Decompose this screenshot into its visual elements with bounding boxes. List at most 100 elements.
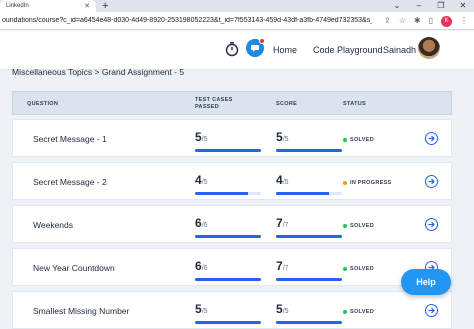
tests-passed-cell: 4/5 — [195, 171, 261, 195]
status-label: IN PROGRESS — [350, 180, 392, 186]
tests-total-value: /6 — [201, 265, 208, 272]
chat-icon[interactable] — [246, 38, 265, 57]
col-status-header: STATUS — [343, 101, 366, 107]
question-title[interactable]: Secret Message - 2 — [33, 177, 107, 187]
score-total-value: /5 — [282, 308, 289, 315]
browser-tab-bar: LinkedIn ✕ + ⌄ – ❐ ✕ — [0, 0, 474, 12]
status-badge: SOLVED — [343, 137, 374, 143]
tests-total-value: /5 — [201, 179, 208, 186]
score-progress-fill — [276, 192, 329, 195]
table-row[interactable]: Secret Message - 1 5/5 5/5 SOLVED — [12, 119, 452, 157]
score-total-value: /7 — [282, 222, 289, 229]
restore-icon[interactable]: ❐ — [430, 0, 452, 12]
status-badge: SOLVED — [343, 309, 374, 315]
extensions-icon[interactable]: ✱ — [414, 15, 421, 27]
score-progress-bar — [276, 192, 342, 195]
status-label: SOLVED — [350, 309, 375, 315]
col-tests-header-line1: TEST CASES — [195, 97, 233, 103]
browser-tab[interactable]: LinkedIn ✕ — [0, 0, 96, 12]
profile-avatar[interactable]: K — [441, 15, 452, 27]
score-total-value: /7 — [282, 265, 289, 272]
table-row[interactable]: Smallest Missing Number 5/5 5/5 SOLVED — [12, 291, 452, 329]
arrow-right-icon[interactable] — [425, 218, 438, 231]
question-title[interactable]: Smallest Missing Number — [33, 306, 129, 316]
status-label: SOLVED — [350, 137, 375, 143]
tests-passed-cell: 6/6 — [195, 214, 261, 238]
user-name[interactable]: Sainadh — [383, 45, 416, 55]
tests-progress-bar — [195, 321, 261, 324]
arrow-right-icon[interactable] — [425, 132, 438, 145]
score-total-value: /5 — [282, 179, 289, 186]
score-progress-bar — [276, 321, 342, 324]
score-value: 7 — [276, 259, 283, 273]
score-value: 7 — [276, 216, 283, 230]
score-total-value: /5 — [282, 136, 289, 143]
app-header: Home Code Playground Sainadh — [0, 31, 474, 69]
close-icon[interactable]: ✕ — [452, 0, 474, 12]
score-value: 4 — [276, 173, 283, 187]
status-badge: SOLVED — [343, 266, 374, 272]
status-dot — [343, 224, 347, 228]
question-title[interactable]: Weekends — [33, 220, 73, 230]
score-cell: 4/5 — [276, 171, 342, 195]
tests-total-value: /5 — [201, 136, 208, 143]
minimize-icon[interactable]: – — [408, 0, 430, 12]
score-progress-bar — [276, 278, 342, 281]
tests-progress-bar — [195, 149, 261, 152]
tests-passed-value: 6 — [195, 259, 202, 273]
breadcrumb: Miscellaneous Topics > Grand Assignment … — [12, 67, 185, 77]
score-progress-fill — [276, 321, 342, 324]
score-progress-fill — [276, 149, 342, 152]
col-question-header: QUESTION — [27, 101, 59, 107]
chevron-down-icon[interactable]: ⌄ — [386, 0, 408, 12]
tests-passed-value: 6 — [195, 216, 202, 230]
score-progress-fill — [276, 235, 342, 238]
score-progress-bar — [276, 235, 342, 238]
new-tab-button[interactable]: + — [102, 0, 108, 12]
col-score-header: SCORE — [276, 101, 298, 107]
question-title[interactable]: Secret Message - 1 — [33, 134, 107, 144]
score-cell: 5/5 — [276, 128, 342, 152]
tests-progress-bar — [195, 235, 261, 238]
close-tab-icon[interactable]: ✕ — [84, 2, 90, 10]
score-cell: 5/5 — [276, 300, 342, 324]
help-button[interactable]: Help — [401, 269, 451, 295]
score-cell: 7/7 — [276, 257, 342, 281]
score-value: 5 — [276, 130, 283, 144]
tests-total-value: /5 — [201, 308, 208, 315]
question-title[interactable]: New Year Countdown — [33, 263, 115, 273]
tests-progress-bar — [195, 278, 261, 281]
status-badge: IN PROGRESS — [343, 180, 392, 186]
share-icon[interactable]: ⇪ — [384, 15, 391, 27]
tests-progress-fill — [195, 321, 261, 324]
tab-title: LinkedIn — [6, 3, 29, 9]
arrow-right-icon[interactable] — [425, 304, 438, 317]
timer-icon[interactable] — [224, 41, 240, 57]
nav-code-playground-link[interactable]: Code Playground — [313, 45, 383, 55]
score-value: 5 — [276, 302, 283, 316]
tests-progress-fill — [195, 192, 248, 195]
url-field[interactable]: oundations/course?c_id=a6454e48-d030-4d4… — [0, 17, 372, 24]
address-bar: oundations/course?c_id=a6454e48-d030-4d4… — [0, 12, 474, 30]
status-badge: SOLVED — [343, 223, 374, 229]
table-row[interactable]: New Year Countdown 6/6 7/7 SOLVED — [12, 248, 452, 286]
score-cell: 7/7 — [276, 214, 342, 238]
table-row[interactable]: Secret Message - 2 4/5 4/5 IN PROGRESS — [12, 162, 452, 200]
star-icon[interactable]: ☆ — [399, 15, 406, 27]
status-label: SOLVED — [350, 266, 375, 272]
score-progress-fill — [276, 278, 342, 281]
avatar[interactable] — [418, 37, 440, 59]
sidebar-icon[interactable]: ▯ — [429, 15, 433, 27]
table-row[interactable]: Weekends 6/6 7/7 SOLVED — [12, 205, 452, 243]
tests-progress-bar — [195, 192, 261, 195]
status-dot — [343, 138, 347, 142]
tests-progress-fill — [195, 235, 261, 238]
tests-total-value: /6 — [201, 222, 208, 229]
menu-icon[interactable]: ⋮ — [460, 15, 468, 27]
arrow-right-icon[interactable] — [425, 175, 438, 188]
window-controls: ⌄ – ❐ ✕ — [386, 0, 474, 12]
nav-home-link[interactable]: Home — [273, 45, 297, 55]
status-dot — [343, 267, 347, 271]
score-progress-bar — [276, 149, 342, 152]
tests-passed-cell: 6/6 — [195, 257, 261, 281]
